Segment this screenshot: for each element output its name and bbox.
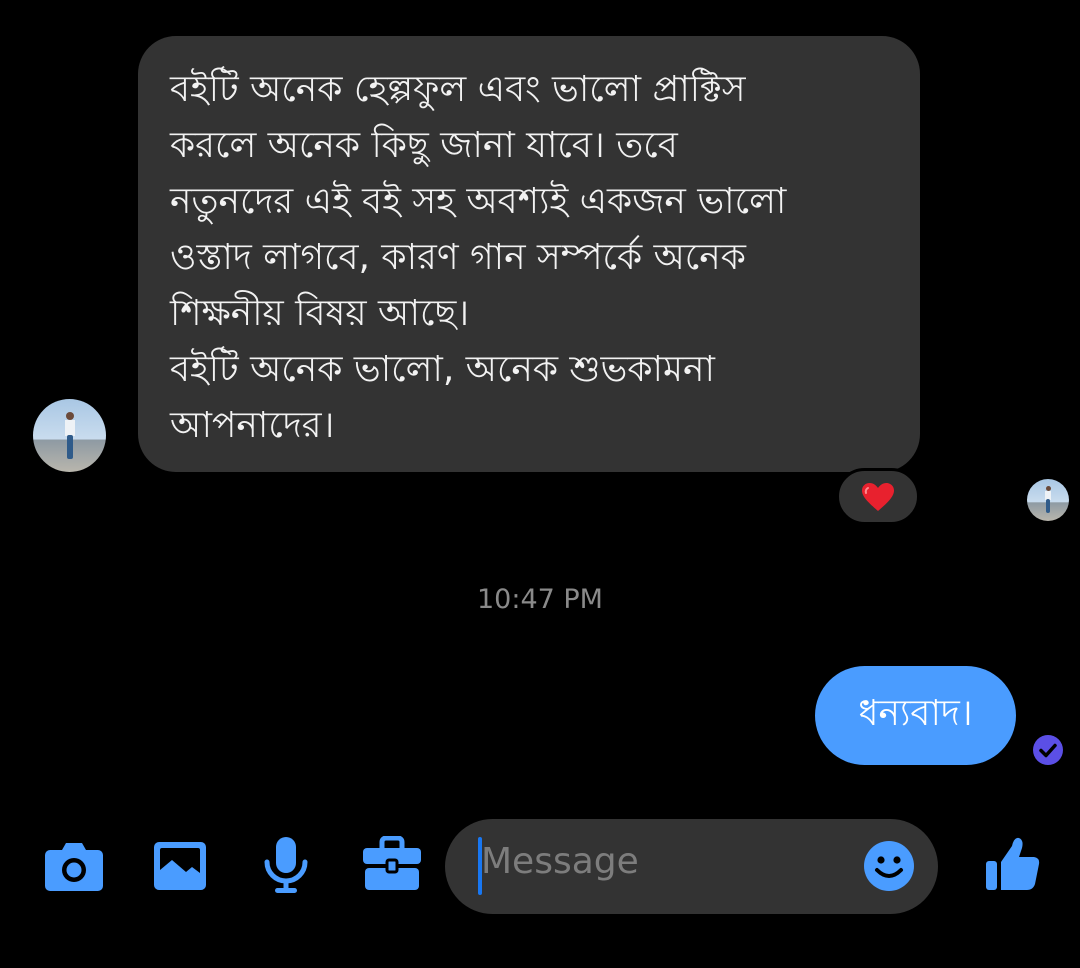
emoji-icon[interactable] <box>863 840 915 892</box>
message-line: করলে অনেক কিছু জানা যাবে। তবে <box>170 125 678 166</box>
message-reaction[interactable]: ❤️ <box>836 468 920 525</box>
thumbs-up-icon[interactable] <box>982 834 1042 894</box>
incoming-message-bubble[interactable]: বইটি অনেক হেল্পফুল এবং ভালো প্রাক্টিস কর… <box>138 36 920 472</box>
camera-icon[interactable] <box>44 840 104 892</box>
message-line: বইটি অনেক হেল্পফুল এবং ভালো প্রাক্টিস <box>170 69 746 110</box>
gallery-icon[interactable] <box>152 840 208 892</box>
message-input[interactable] <box>481 841 841 882</box>
outgoing-message-text: ধন্যবাদ। <box>858 692 973 734</box>
seen-by-avatar <box>1027 479 1069 521</box>
microphone-icon[interactable] <box>262 836 310 894</box>
check-icon <box>1033 735 1063 765</box>
message-line: আপনাদের। <box>170 405 335 446</box>
briefcase-icon[interactable] <box>362 836 422 892</box>
message-line: বইটি অনেক ভালো, অনেক শুভকামনা <box>170 349 715 390</box>
message-composer[interactable] <box>445 819 938 914</box>
outgoing-message-bubble[interactable]: ধন্যবাদ। <box>815 666 1016 765</box>
sender-avatar[interactable] <box>33 399 106 472</box>
message-line: নতুনদের এই বই সহ অবশ্যই একজন ভালো <box>170 181 787 222</box>
message-timestamp: 10:47 PM <box>477 584 603 615</box>
heart-icon <box>862 482 894 511</box>
message-line: ওস্তাদ লাগবে, কারণ গান সম্পর্কে অনেক <box>170 237 746 278</box>
message-line: শিক্ষনীয় বিষয় আছে। <box>170 293 470 334</box>
